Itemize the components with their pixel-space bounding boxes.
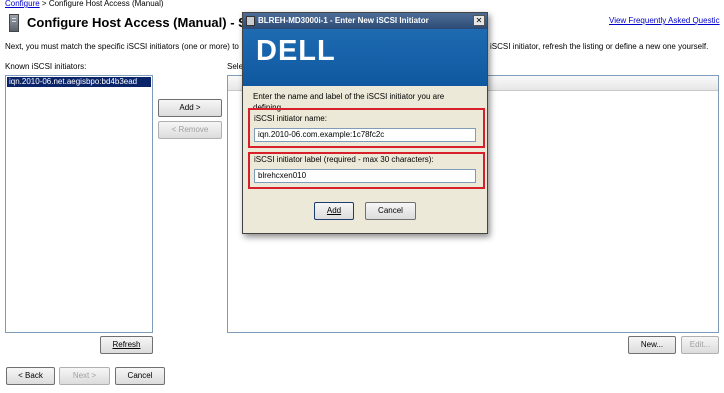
- breadcrumb-separator: >: [41, 0, 47, 8]
- page-icon: [9, 14, 19, 32]
- remove-button[interactable]: < Remove: [158, 121, 222, 139]
- faq-link[interactable]: View Frequently Asked Questic: [609, 16, 720, 25]
- new-initiator-dialog: BLREH-MD3000i-1 - Enter New iSCSI Initia…: [242, 12, 488, 234]
- page-title: Configure Host Access (Manual) - Spe: [27, 15, 262, 30]
- initiator-label-label: iSCSI initiator label (required - max 30…: [254, 155, 434, 164]
- known-initiators-list[interactable]: iqn.2010-06.net.aegisbpo:bd4b3ead: [5, 75, 153, 333]
- cancel-button[interactable]: Cancel: [115, 367, 165, 385]
- instruction-text-left: Next, you must match the specific iSCSI …: [5, 42, 239, 51]
- add-button[interactable]: Add >: [158, 99, 222, 117]
- breadcrumb: Configure > Configure Host Access (Manua…: [5, 0, 164, 8]
- dialog-banner: DELL: [243, 29, 487, 86]
- dialog-add-button[interactable]: Add: [314, 202, 354, 220]
- dialog-app-icon: [246, 16, 255, 26]
- refresh-button[interactable]: Refresh: [100, 336, 153, 354]
- initiator-name-input[interactable]: iqn.2010-06.com.example:1c78fc2c: [254, 128, 476, 142]
- initiator-name-label: iSCSI initiator name:: [254, 114, 327, 123]
- dialog-title-bar: BLREH-MD3000i-1 - Enter New iSCSI Initia…: [243, 13, 487, 29]
- new-button[interactable]: New...: [628, 336, 676, 354]
- breadcrumb-configure-link[interactable]: Configure: [5, 0, 40, 8]
- dialog-title: BLREH-MD3000i-1 - Enter New iSCSI Initia…: [258, 16, 429, 25]
- dell-logo: DELL: [256, 35, 336, 67]
- initiator-label-input[interactable]: blrehcxen010: [254, 169, 476, 183]
- list-item[interactable]: iqn.2010-06.net.aegisbpo:bd4b3ead: [7, 77, 151, 87]
- breadcrumb-current: Configure Host Access (Manual): [48, 0, 164, 8]
- back-button[interactable]: < Back: [6, 367, 55, 385]
- known-initiators-label: Known iSCSI initiators:: [5, 62, 87, 71]
- close-icon[interactable]: ✕: [473, 15, 485, 26]
- edit-button[interactable]: Edit...: [681, 336, 719, 354]
- next-button[interactable]: Next >: [59, 367, 110, 385]
- dialog-cancel-button[interactable]: Cancel: [365, 202, 416, 220]
- instruction-text-right: iSCSI initiator, refresh the listing or …: [490, 42, 709, 51]
